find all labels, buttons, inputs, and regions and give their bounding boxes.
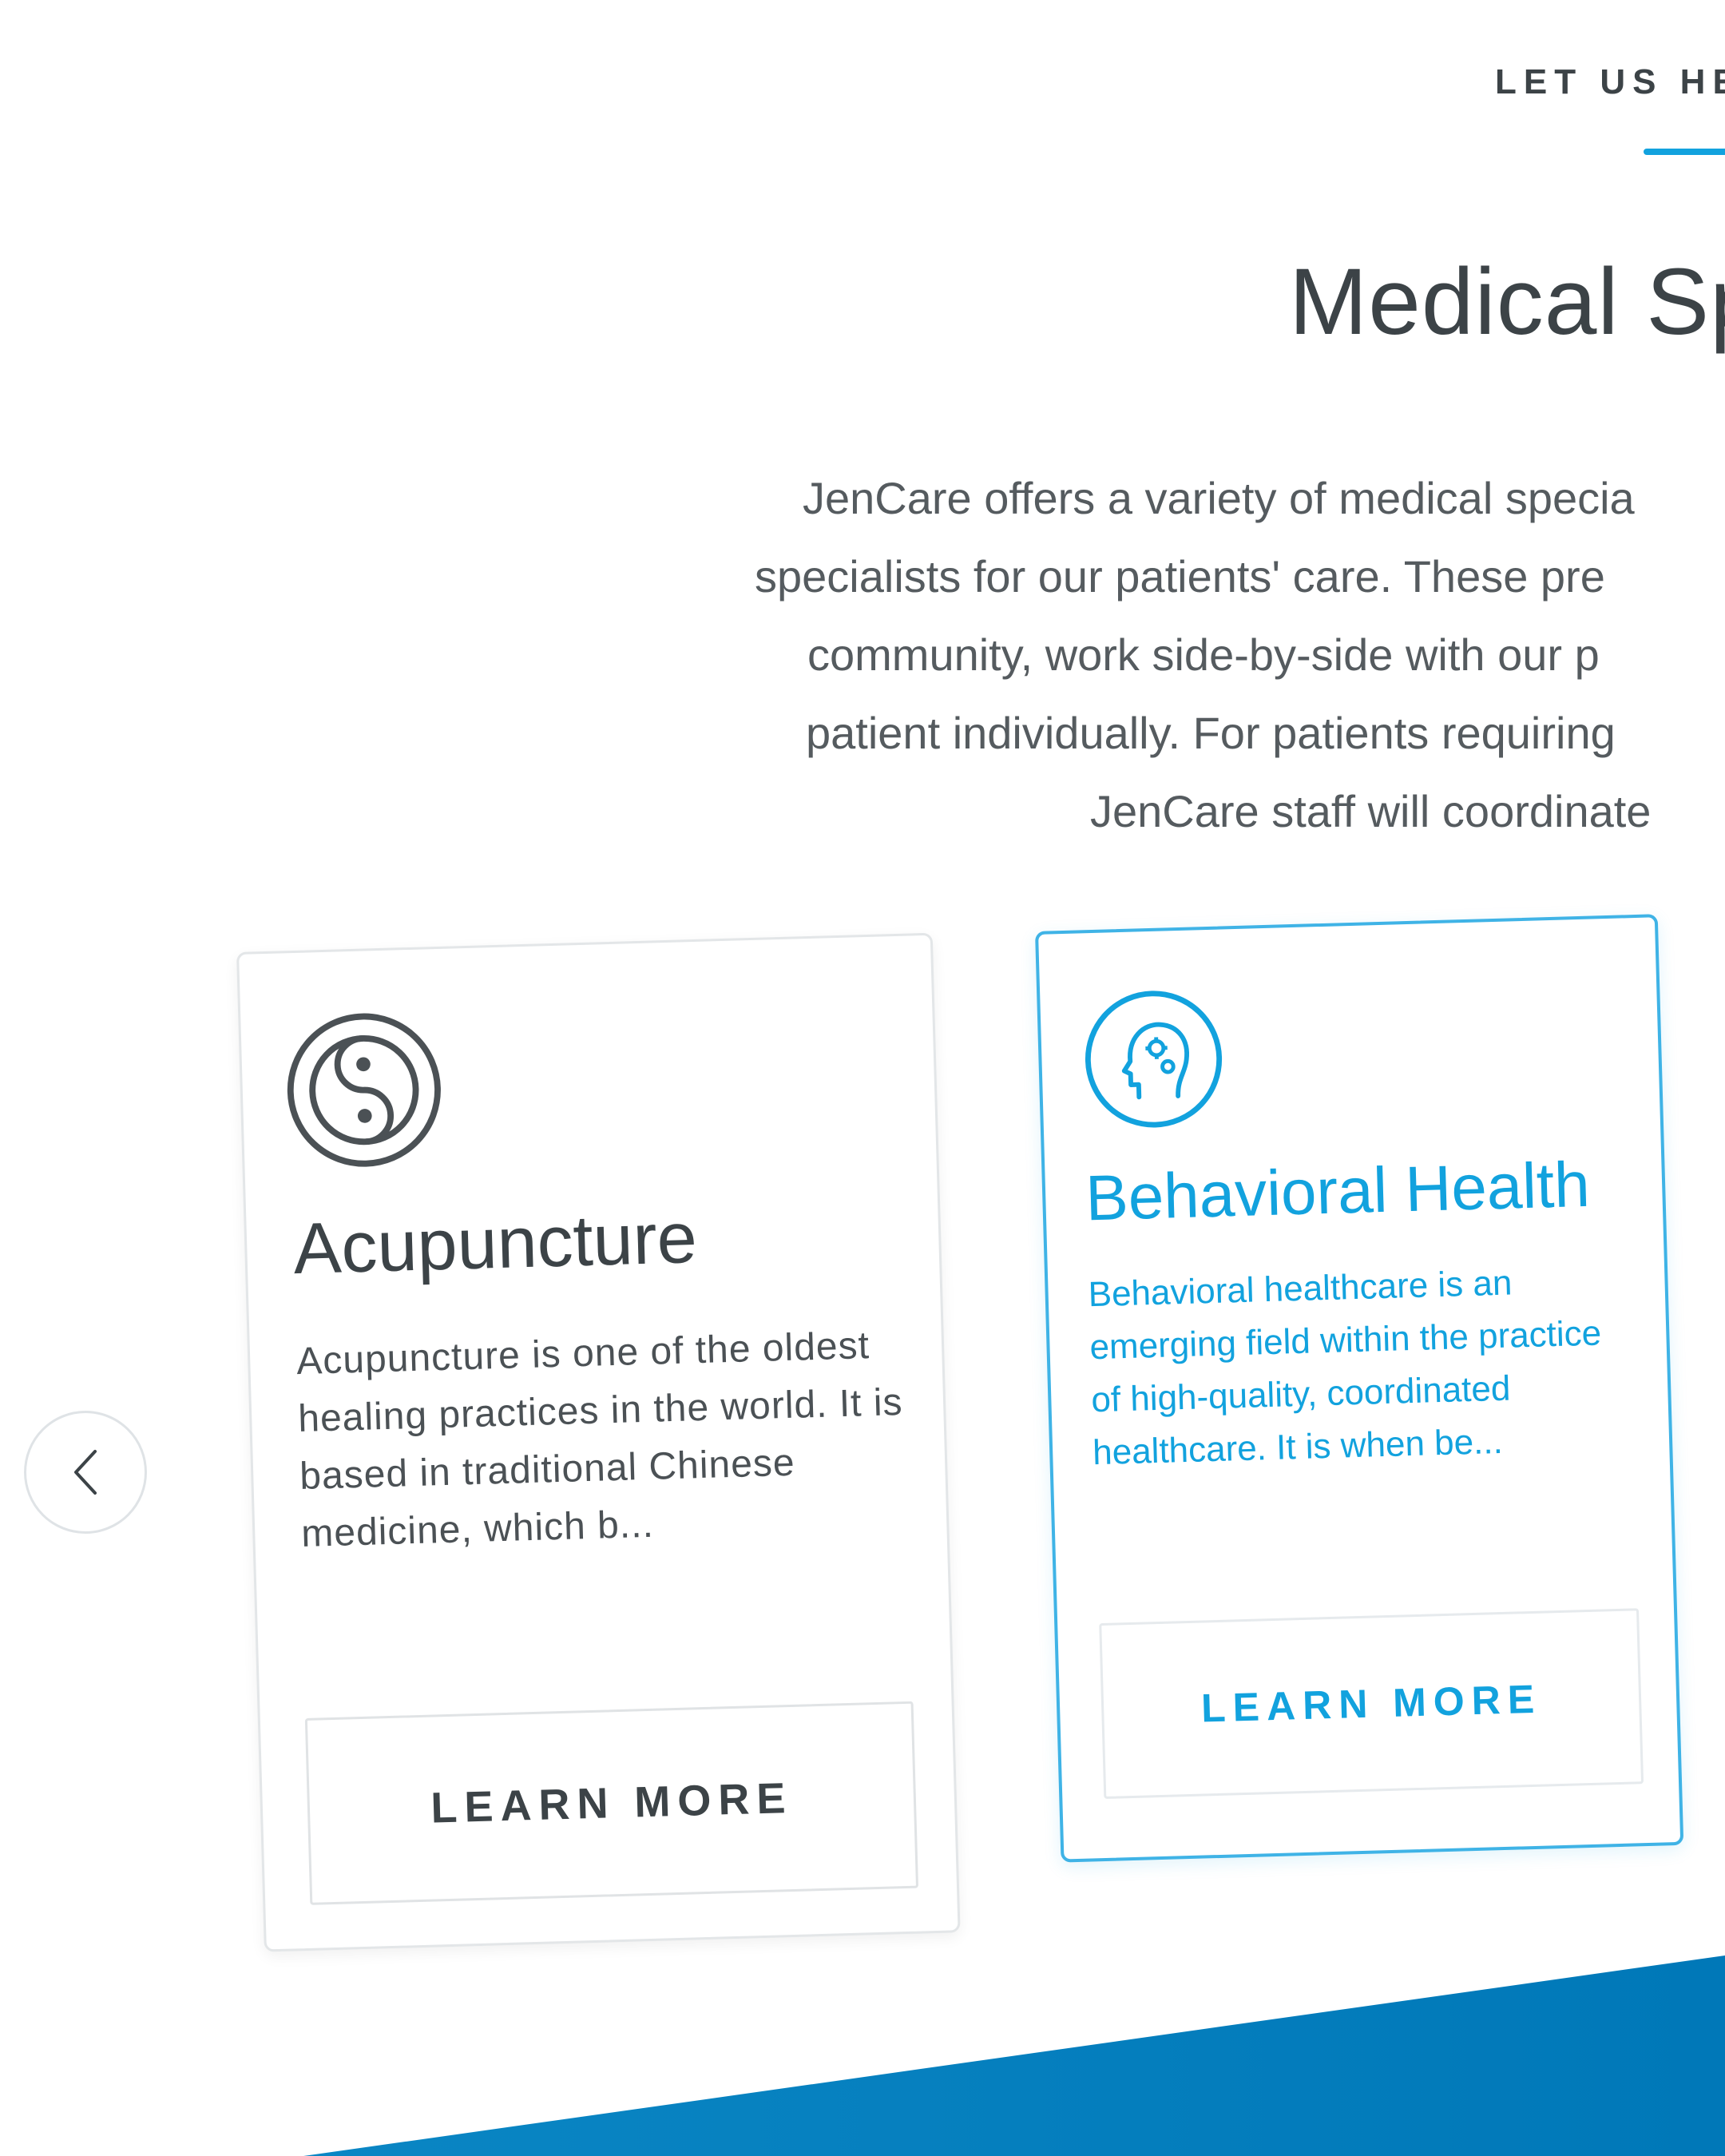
intro-line: specialists for our patients' care. Thes… — [755, 551, 1605, 602]
specialty-card-acupuncture[interactable]: Acupuncture Acupuncture is one of the ol… — [236, 932, 961, 1952]
head-gears-icon — [1085, 991, 1223, 1128]
intro-line: JenCare staff will coordinate — [1090, 786, 1652, 836]
specialty-card-behavioral-health[interactable]: Behavioral Health Behavioral healthcare … — [1035, 914, 1684, 1863]
intro-line: patient individually. For patients requi… — [806, 708, 1616, 758]
learn-more-button[interactable]: LEARN MORE — [304, 1701, 919, 1905]
card-description: Acupuncture is one of the oldest healing… — [295, 1324, 904, 1556]
intro-line: community, work side-by-side with our p — [807, 629, 1600, 680]
card-title: Behavioral Health — [1085, 1148, 1591, 1234]
page: LET US HE Medical Sp JenCare offers a va… — [0, 0, 1725, 2156]
section-title: Medical Sp — [1289, 249, 1725, 355]
card-title: Acupuncture — [292, 1198, 698, 1290]
carousel-prev-button[interactable] — [24, 1411, 147, 1534]
section-eyebrow: LET US HE — [1495, 62, 1725, 101]
section-intro: JenCare offers a variety of medical spec… — [755, 459, 1725, 851]
yin-yang-icon — [287, 1013, 441, 1167]
eyebrow-underline — [1644, 149, 1725, 155]
card-description: Behavioral healthcare is an emerging fie… — [1088, 1263, 1602, 1473]
learn-more-button[interactable]: LEARN MORE — [1099, 1608, 1644, 1800]
intro-line: JenCare offers a variety of medical spec… — [803, 473, 1635, 523]
chevron-left-icon — [74, 1450, 97, 1495]
